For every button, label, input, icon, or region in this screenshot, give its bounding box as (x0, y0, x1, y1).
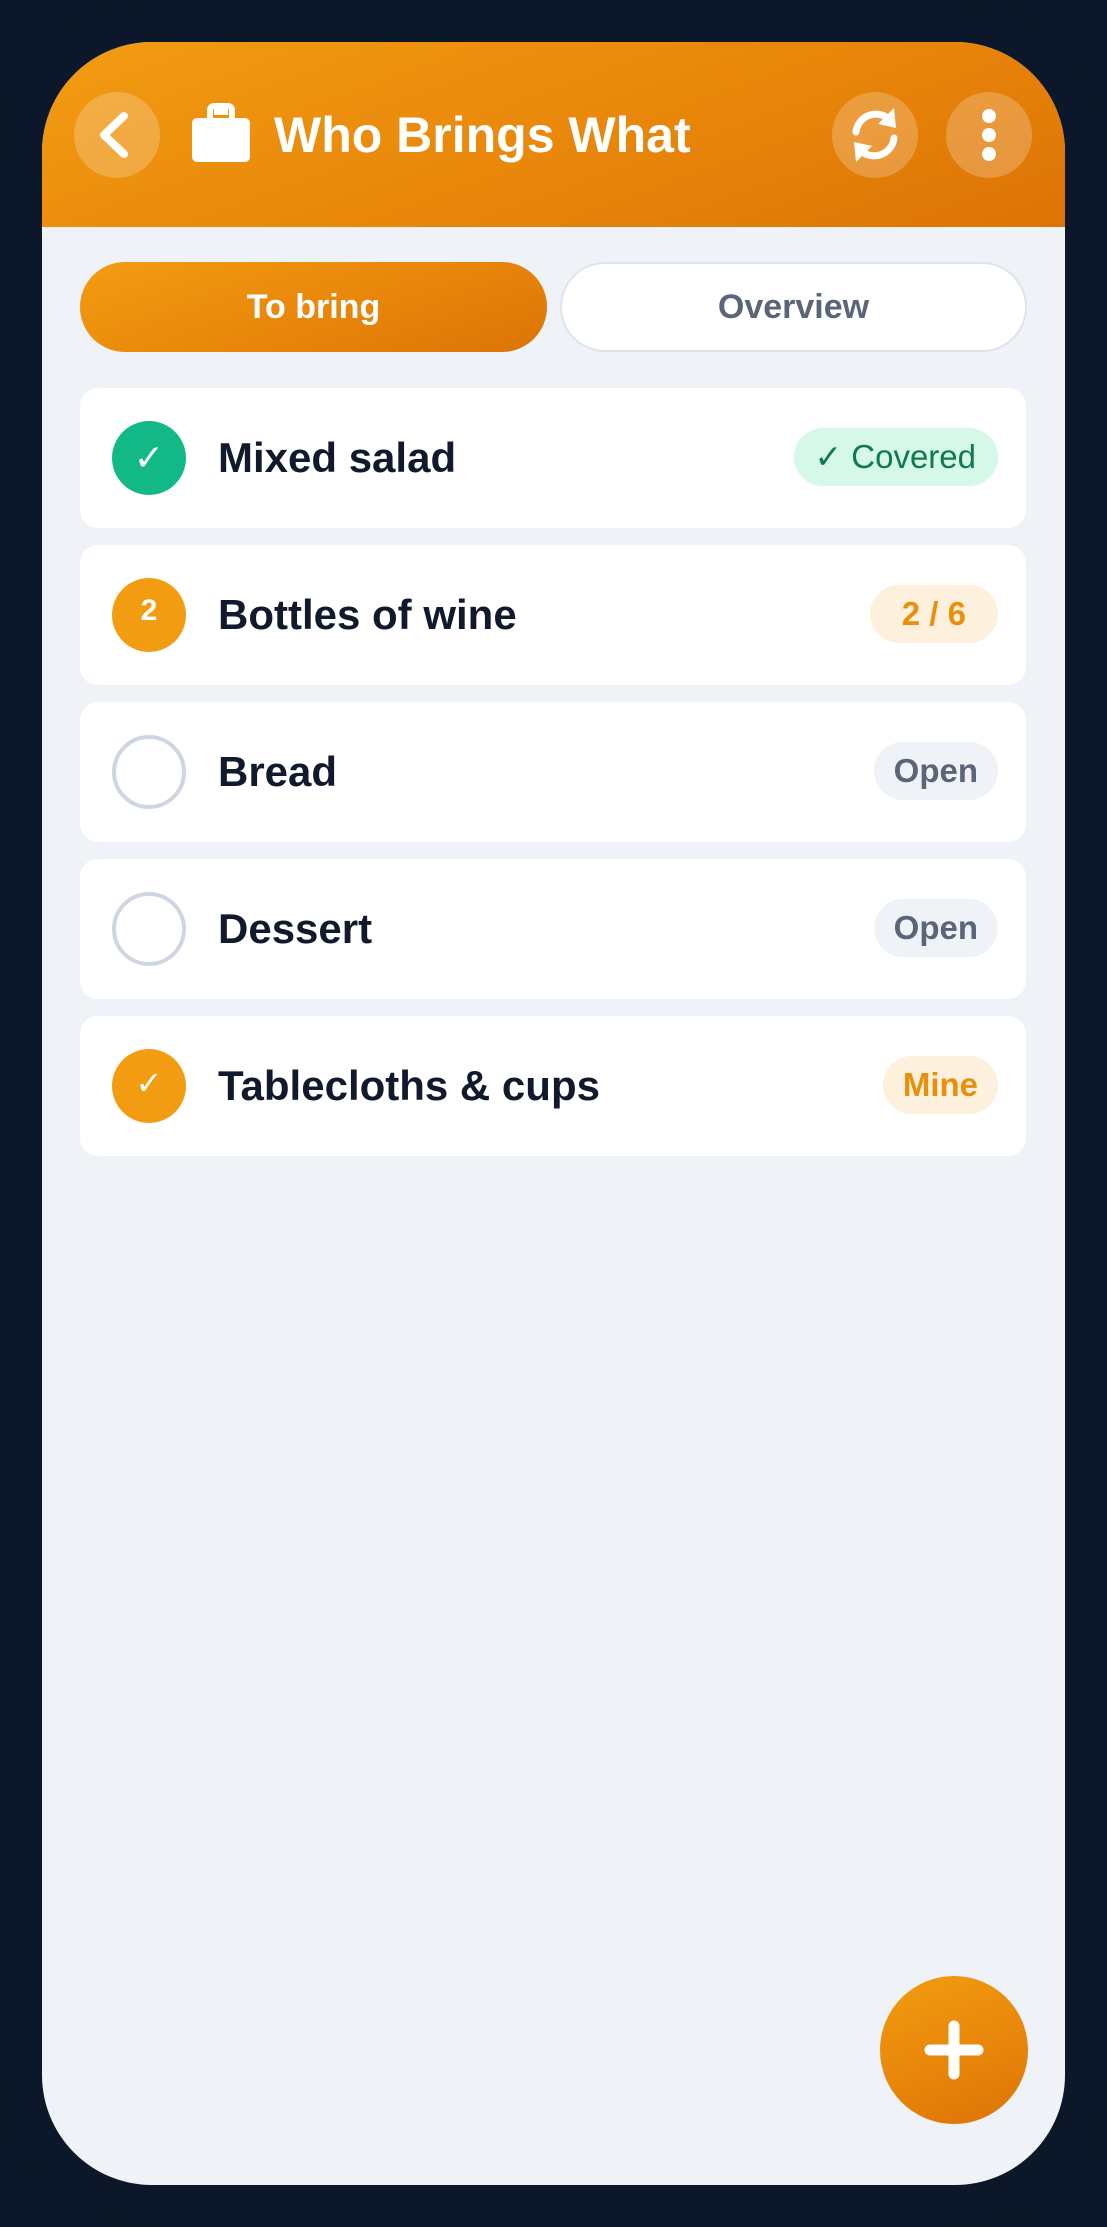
status-open-icon[interactable] (112, 892, 186, 966)
tab-to-bring[interactable]: To bring (80, 262, 547, 352)
list-item-bread[interactable]: Bread Open (80, 702, 1026, 842)
tab-overview[interactable]: Overview (560, 262, 1027, 352)
item-list: ✓ Mixed salad ✓ Covered 2 Bottles of win… (80, 388, 1026, 1173)
status-open-icon[interactable] (112, 735, 186, 809)
phone-frame: Who Brings What To bring Overview ✓ Mixe… (0, 0, 1107, 2227)
status-badge: ✓ Covered (794, 428, 998, 486)
status-badge: 2 / 6 (869, 585, 998, 643)
item-name: Dessert (218, 905, 373, 952)
status-badge: Mine (882, 1056, 998, 1114)
chevron-left-icon (100, 112, 128, 158)
more-options-button[interactable] (946, 92, 1032, 178)
refresh-button[interactable] (832, 92, 918, 178)
app-screen: Who Brings What To bring Overview ✓ Mixe… (42, 42, 1065, 2185)
plus-icon (924, 2020, 984, 2080)
item-name: Mixed salad (218, 434, 457, 481)
shopping-bag-icon (192, 103, 250, 162)
status-badge: Open (873, 899, 998, 957)
add-item-button[interactable] (880, 1976, 1028, 2124)
item-name: Tablecloths & cups (218, 1062, 600, 1109)
refresh-icon (852, 108, 898, 162)
status-badge: Open (873, 742, 998, 800)
more-vertical-icon (982, 109, 996, 161)
item-name: Bread (218, 748, 338, 795)
app-header: Who Brings What (42, 42, 1065, 227)
back-button[interactable] (74, 92, 160, 178)
page-title: Who Brings What (274, 107, 691, 163)
list-item-dessert[interactable]: Dessert Open (80, 859, 1026, 999)
status-count-icon[interactable]: 2 (112, 578, 186, 652)
list-item-mixed-salad[interactable]: ✓ Mixed salad ✓ Covered (80, 388, 1026, 528)
list-item-bottles-of-wine[interactable]: 2 Bottles of wine 2 / 6 (80, 545, 1026, 685)
status-mine-icon[interactable]: ✓ (112, 1049, 186, 1123)
status-covered-icon[interactable]: ✓ (112, 421, 186, 495)
item-name: Bottles of wine (218, 591, 517, 638)
list-item-tablecloths-cups[interactable]: ✓ Tablecloths & cups Mine (80, 1016, 1026, 1156)
